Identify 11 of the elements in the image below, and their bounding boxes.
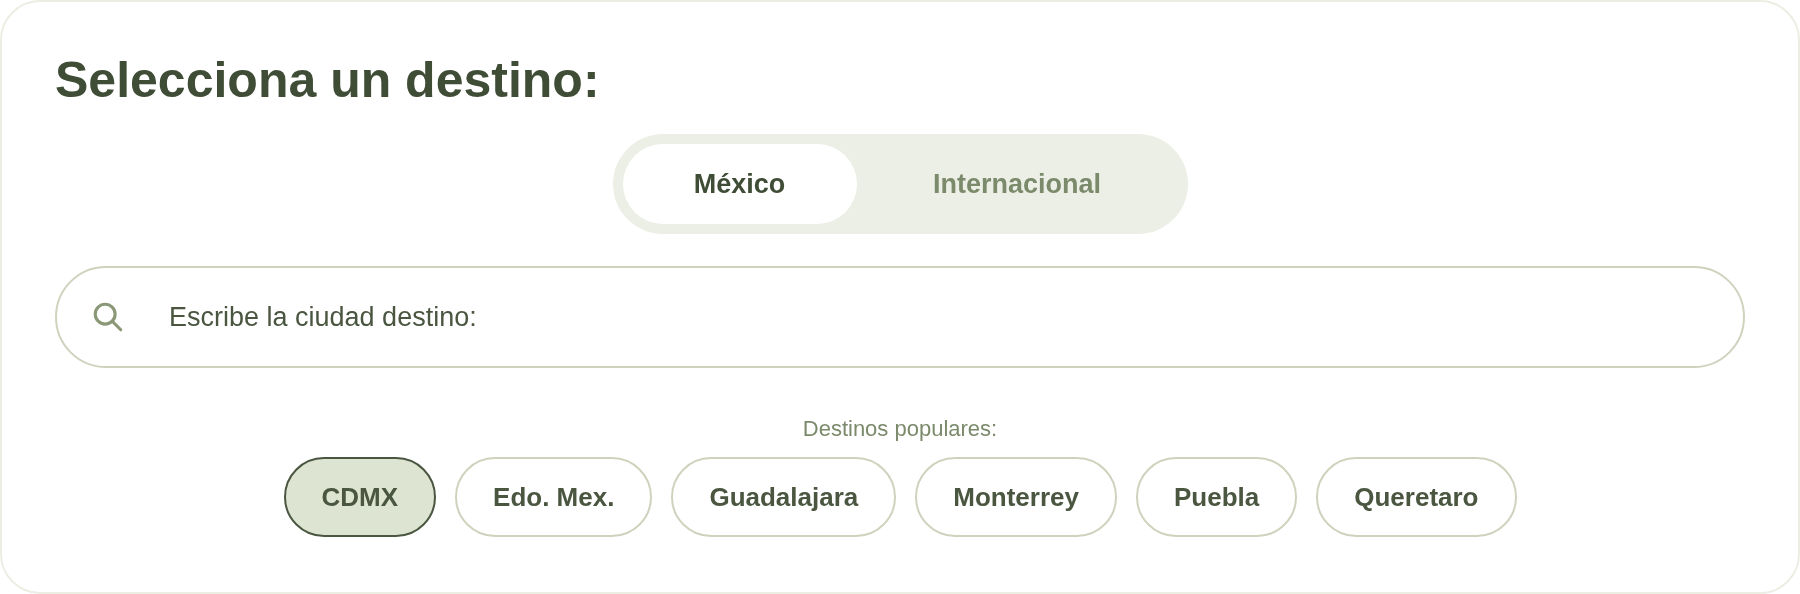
search-icon xyxy=(91,300,125,334)
destination-chip[interactable]: Edo. Mex. xyxy=(455,457,653,537)
tab[interactable]: México xyxy=(622,144,857,224)
popular-label: Destinos populares: xyxy=(802,415,998,443)
search-field[interactable]: Escribe la ciudad destino: xyxy=(55,266,1745,368)
destination-chip[interactable]: Queretaro xyxy=(1316,457,1517,537)
destination-chip[interactable]: CDMX xyxy=(283,457,437,537)
destination-chip[interactable]: Guadalajara xyxy=(671,457,897,537)
destination-chip[interactable]: Puebla xyxy=(1136,457,1298,537)
page-title: Selecciona un destino: xyxy=(55,51,600,110)
destination-chip[interactable]: Monterrey xyxy=(915,457,1117,537)
